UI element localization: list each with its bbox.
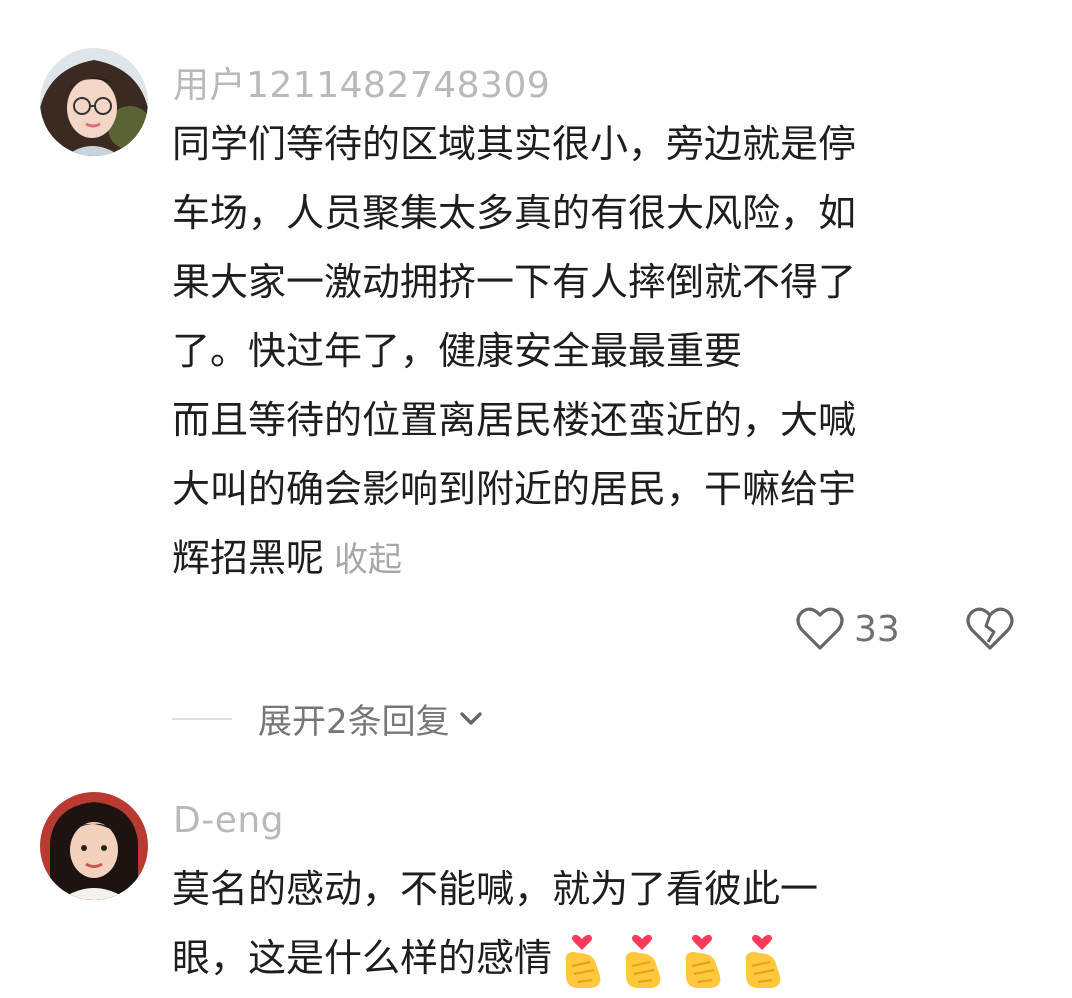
dislike-button[interactable] bbox=[966, 606, 1014, 652]
finger-heart-emoji-icon bbox=[685, 934, 721, 988]
comment-body-1: 同学们等待的区域其实很小，旁边就是停 车场，人员聚集太多真的有很大风险，如 果大… bbox=[172, 110, 1002, 595]
avatar-user-2[interactable] bbox=[40, 792, 148, 900]
comment-line: 而且等待的位置离居民楼还蛮近的，大喊 bbox=[172, 398, 857, 442]
comment-line: 莫名的感动，不能喊，就为了看彼此一 bbox=[172, 867, 819, 911]
finger-heart-emoji-icon bbox=[745, 934, 781, 988]
comment-body-2: 莫名的感动，不能喊，就为了看彼此一 眼，这是什么样的感情 bbox=[172, 855, 1002, 993]
comment-line-last: 辉招黑呢 收起 bbox=[172, 524, 1002, 595]
finger-heart-emoji-icon bbox=[625, 934, 661, 988]
avatar-user-1[interactable] bbox=[40, 48, 148, 156]
heart-outline-icon bbox=[796, 607, 844, 650]
avatar-woman-glasses-icon bbox=[40, 48, 148, 156]
broken-heart-icon bbox=[966, 607, 1014, 650]
chevron-down-icon bbox=[459, 711, 482, 725]
expand-replies-label: 展开2条回复 bbox=[258, 702, 450, 742]
username-user-1[interactable]: 用户1211482748309 bbox=[173, 56, 550, 108]
like-count: 33 bbox=[854, 608, 900, 650]
avatar-woman-portrait-icon bbox=[40, 792, 148, 900]
comment-line: 了。快过年了，健康安全最最重要 bbox=[172, 329, 743, 373]
finger-heart-emoji-icon bbox=[565, 934, 601, 988]
collapse-link[interactable]: 收起 bbox=[334, 540, 402, 580]
emoji-row bbox=[556, 932, 788, 990]
replies-divider bbox=[172, 717, 232, 720]
expand-replies-button[interactable]: 展开2条回复 bbox=[172, 694, 488, 743]
comment-line: 果大家一激动拥挤一下有人摔倒就不得了 bbox=[172, 260, 857, 304]
comment-line-text: 辉招黑呢 bbox=[172, 536, 325, 580]
like-button[interactable]: 33 bbox=[796, 606, 900, 652]
username-user-2[interactable]: D-eng bbox=[173, 800, 284, 841]
comment-line: 大叫的确会影响到附近的居民，干嘛给宇 bbox=[172, 467, 857, 511]
comment-line-last: 眼，这是什么样的感情 bbox=[172, 924, 1002, 993]
comment-line-text: 眼，这是什么样的感情 bbox=[172, 936, 553, 980]
comment-line: 车场，人员聚集太多真的有很大风险，如 bbox=[172, 191, 857, 235]
comment-line: 同学们等待的区域其实很小，旁边就是停 bbox=[172, 122, 857, 166]
